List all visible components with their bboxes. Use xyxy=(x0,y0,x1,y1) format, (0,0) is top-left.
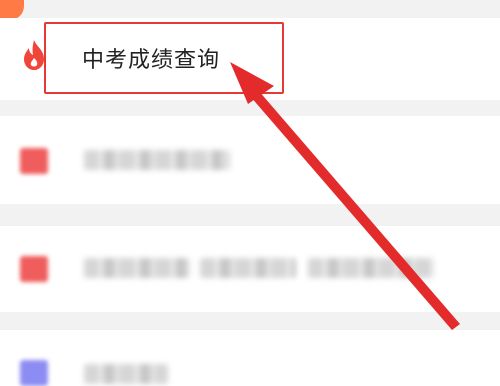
pointer-arrow-icon xyxy=(230,62,460,330)
screenshot-stage: 中考成绩查询 xyxy=(0,0,500,386)
